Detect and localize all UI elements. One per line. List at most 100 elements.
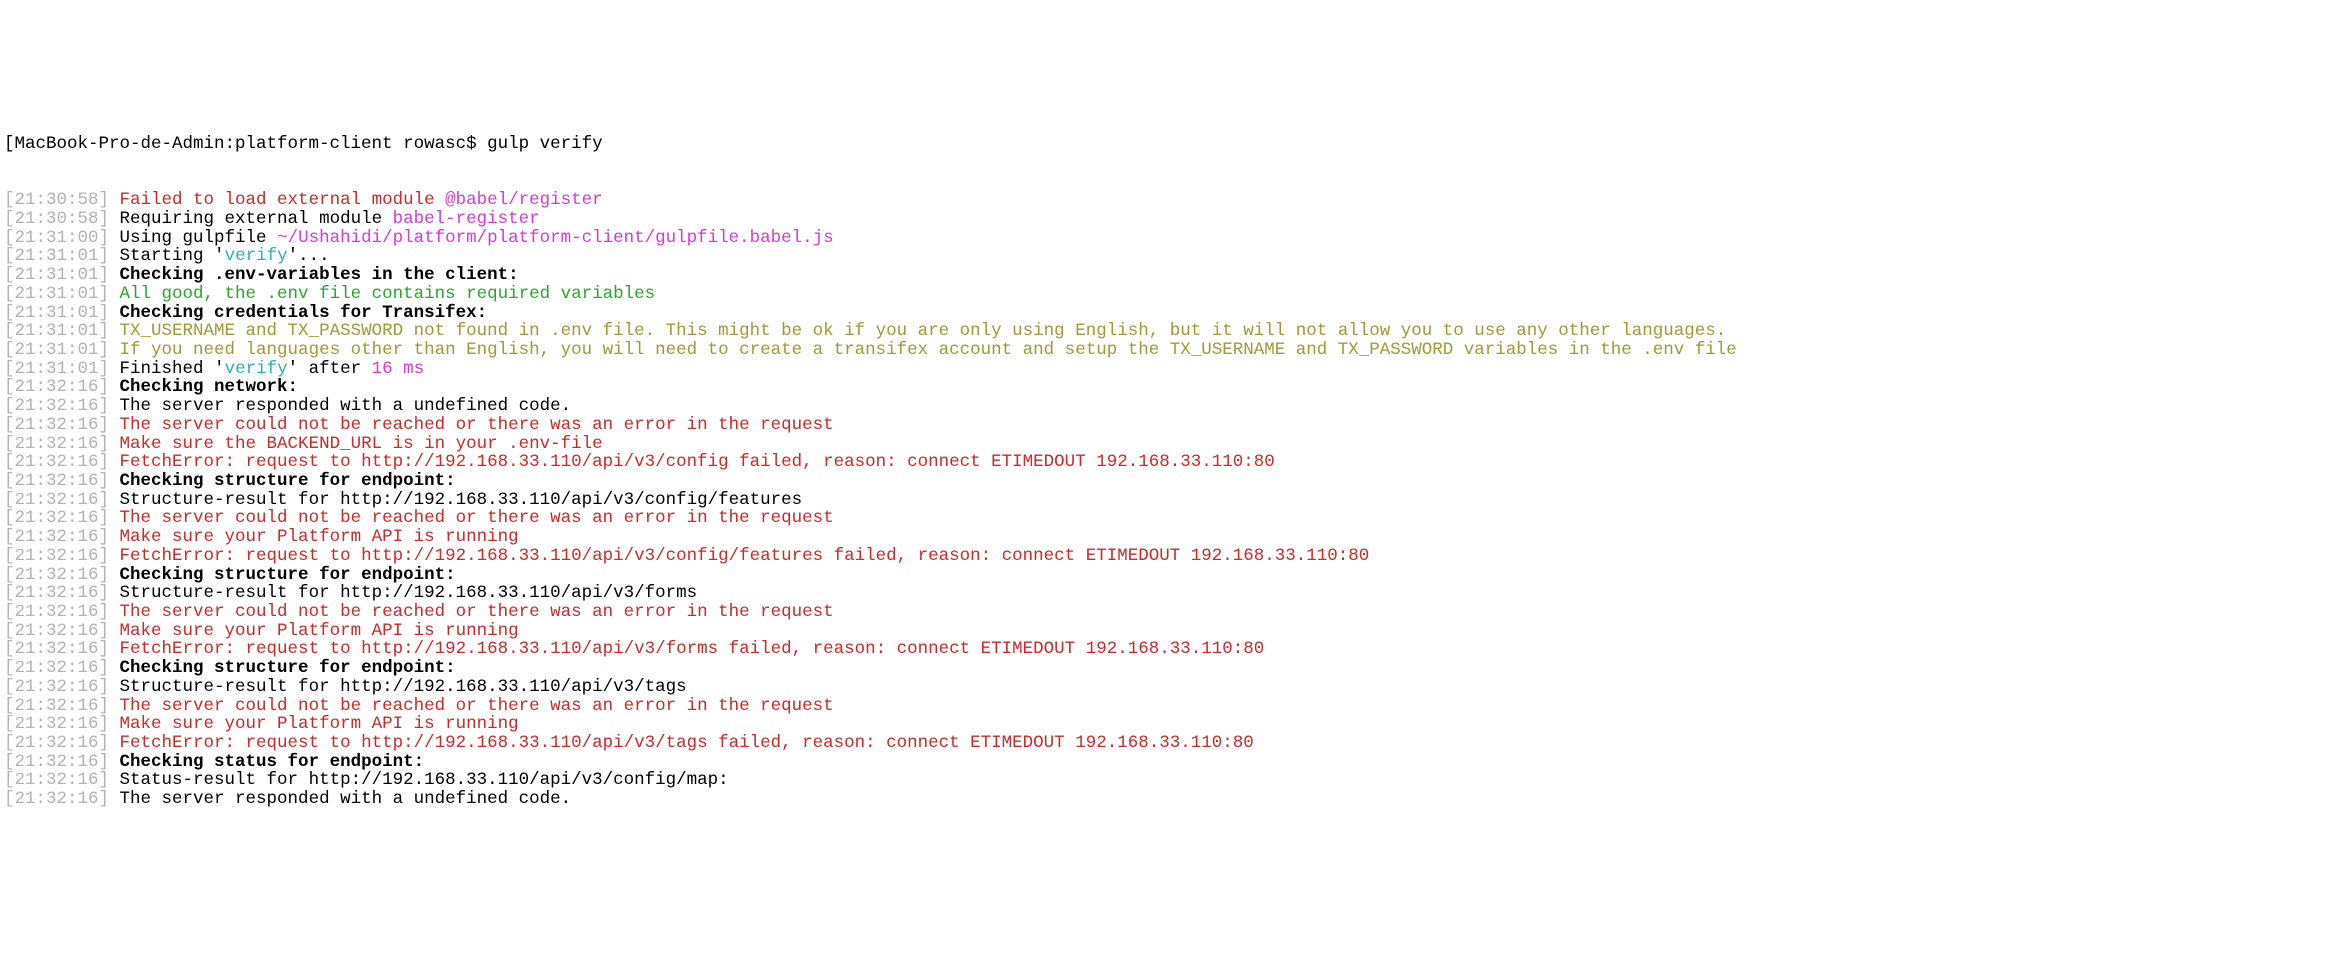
log-segment: Structure-result for http://192.168.33.1… xyxy=(109,490,802,510)
log-segment: Failed to load external module xyxy=(109,190,445,210)
timestamp: [21:32:16] xyxy=(4,677,109,697)
log-line: [21:31:01] If you need languages other t… xyxy=(4,341,2340,360)
timestamp: [21:31:01] xyxy=(4,359,109,379)
log-line: [21:32:16] Checking structure for endpoi… xyxy=(4,659,2340,678)
log-line: [21:31:01] TX_USERNAME and TX_PASSWORD n… xyxy=(4,322,2340,341)
timestamp: [21:31:01] xyxy=(4,265,109,285)
log-line: [21:32:16] Structure-result for http://1… xyxy=(4,584,2340,603)
log-line: [21:31:00] Using gulpfile ~/Ushahidi/pla… xyxy=(4,229,2340,248)
log-segment: Checking structure for endpoint: xyxy=(109,471,456,491)
timestamp: [21:32:16] xyxy=(4,490,109,510)
log-line: [21:30:58] Failed to load external modul… xyxy=(4,191,2340,210)
timestamp: [21:32:16] xyxy=(4,434,109,454)
log-segment: All good, the .env file contains require… xyxy=(109,284,655,304)
log-line: [21:31:01] Checking credentials for Tran… xyxy=(4,304,2340,323)
log-segment: Structure-result for http://192.168.33.1… xyxy=(109,677,687,697)
log-segment: The server could not be reached or there… xyxy=(109,602,834,622)
prompt-text: [MacBook-Pro-de-Admin:platform-client ro… xyxy=(4,134,603,154)
log-segment: FetchError: request to http://192.168.33… xyxy=(109,452,1275,472)
log-segment: TX_USERNAME and TX_PASSWORD not found in… xyxy=(109,321,1726,341)
log-segment: verify xyxy=(225,246,288,266)
timestamp: [21:32:16] xyxy=(4,770,109,790)
log-segment: Make sure your Platform API is running xyxy=(109,714,519,734)
timestamp: [21:31:01] xyxy=(4,284,109,304)
log-segment: The server responded with a undefined co… xyxy=(109,396,571,416)
log-segment: Checking status for endpoint: xyxy=(109,752,424,772)
prompt-line: [MacBook-Pro-de-Admin:platform-client ro… xyxy=(4,135,2340,154)
log-segment: ~/Ushahidi/platform/platform-client/gulp… xyxy=(277,228,834,248)
log-segment: The server responded with a undefined co… xyxy=(109,789,571,809)
log-segment: The server could not be reached or there… xyxy=(109,696,834,716)
log-line: [21:32:16] Make sure your Platform API i… xyxy=(4,528,2340,547)
log-segment: FetchError: request to http://192.168.33… xyxy=(109,639,1264,659)
log-line: [21:32:16] The server could not be reach… xyxy=(4,416,2340,435)
log-segment: '... xyxy=(288,246,330,266)
timestamp: [21:30:58] xyxy=(4,209,109,229)
log-line: [21:32:16] Structure-result for http://1… xyxy=(4,678,2340,697)
timestamp: [21:32:16] xyxy=(4,452,109,472)
log-line: [21:30:58] Requiring external module bab… xyxy=(4,210,2340,229)
timestamp: [21:32:16] xyxy=(4,565,109,585)
timestamp: [21:31:01] xyxy=(4,340,109,360)
log-segment: Checking structure for endpoint: xyxy=(109,658,456,678)
timestamp: [21:30:58] xyxy=(4,190,109,210)
timestamp: [21:32:16] xyxy=(4,415,109,435)
log-segment: Starting ' xyxy=(109,246,225,266)
timestamp: [21:31:01] xyxy=(4,303,109,323)
timestamp: [21:32:16] xyxy=(4,789,109,809)
log-line: [21:32:16] FetchError: request to http:/… xyxy=(4,640,2340,659)
log-segment: Requiring external module xyxy=(109,209,393,229)
log-segment: The server could not be reached or there… xyxy=(109,415,834,435)
timestamp: [21:32:16] xyxy=(4,714,109,734)
log-line: [21:32:16] The server could not be reach… xyxy=(4,697,2340,716)
log-line: [21:32:16] Checking structure for endpoi… xyxy=(4,566,2340,585)
log-line: [21:32:16] Checking network: xyxy=(4,378,2340,397)
terminal-output: [MacBook-Pro-de-Admin:platform-client ro… xyxy=(0,94,2340,828)
log-line: [21:31:01] Starting 'verify'... xyxy=(4,247,2340,266)
timestamp: [21:32:16] xyxy=(4,658,109,678)
timestamp: [21:32:16] xyxy=(4,508,109,528)
log-segment: verify xyxy=(225,359,288,379)
log-segment: Checking credentials for Transifex: xyxy=(109,303,487,323)
log-segment: If you need languages other than English… xyxy=(109,340,1737,360)
timestamp: [21:31:01] xyxy=(4,321,109,341)
log-line: [21:32:16] FetchError: request to http:/… xyxy=(4,734,2340,753)
timestamp: [21:32:16] xyxy=(4,377,109,397)
log-segment: 16 ms xyxy=(372,359,425,379)
log-line: [21:32:16] Make sure your Platform API i… xyxy=(4,622,2340,641)
timestamp: [21:32:16] xyxy=(4,639,109,659)
log-line: [21:32:16] Structure-result for http://1… xyxy=(4,491,2340,510)
log-segment: Checking structure for endpoint: xyxy=(109,565,456,585)
log-segment: ' after xyxy=(288,359,372,379)
log-line: [21:32:16] Checking status for endpoint: xyxy=(4,753,2340,772)
timestamp: [21:32:16] xyxy=(4,396,109,416)
log-segment: FetchError: request to http://192.168.33… xyxy=(109,733,1254,753)
log-segment: The server could not be reached or there… xyxy=(109,508,834,528)
timestamp: [21:31:01] xyxy=(4,246,109,266)
log-line: [21:32:16] FetchError: request to http:/… xyxy=(4,453,2340,472)
log-line: [21:32:16] The server could not be reach… xyxy=(4,509,2340,528)
timestamp: [21:32:16] xyxy=(4,621,109,641)
log-line: [21:31:01] Finished 'verify' after 16 ms xyxy=(4,360,2340,379)
log-segment: Make sure the BACKEND_URL is in your .en… xyxy=(109,434,603,454)
log-segment: Using gulpfile xyxy=(109,228,277,248)
log-line: [21:32:16] Make sure your Platform API i… xyxy=(4,715,2340,734)
log-segment: babel-register xyxy=(393,209,540,229)
timestamp: [21:32:16] xyxy=(4,752,109,772)
log-line: [21:32:16] The server responded with a u… xyxy=(4,397,2340,416)
log-line: [21:32:16] FetchError: request to http:/… xyxy=(4,547,2340,566)
log-segment: Status-result for http://192.168.33.110/… xyxy=(109,770,729,790)
log-line: [21:32:16] Checking structure for endpoi… xyxy=(4,472,2340,491)
log-segment: Make sure your Platform API is running xyxy=(109,527,519,547)
timestamp: [21:32:16] xyxy=(4,602,109,622)
log-segment: FetchError: request to http://192.168.33… xyxy=(109,546,1369,566)
log-line: [21:32:16] Status-result for http://192.… xyxy=(4,771,2340,790)
log-segment: @babel/register xyxy=(445,190,603,210)
log-line: [21:31:01] Checking .env-variables in th… xyxy=(4,266,2340,285)
log-segment: Structure-result for http://192.168.33.1… xyxy=(109,583,697,603)
log-segment: Checking .env-variables in the client: xyxy=(109,265,519,285)
log-line: [21:32:16] Make sure the BACKEND_URL is … xyxy=(4,435,2340,454)
timestamp: [21:31:00] xyxy=(4,228,109,248)
log-segment: Checking network: xyxy=(109,377,298,397)
log-line: [21:31:01] All good, the .env file conta… xyxy=(4,285,2340,304)
